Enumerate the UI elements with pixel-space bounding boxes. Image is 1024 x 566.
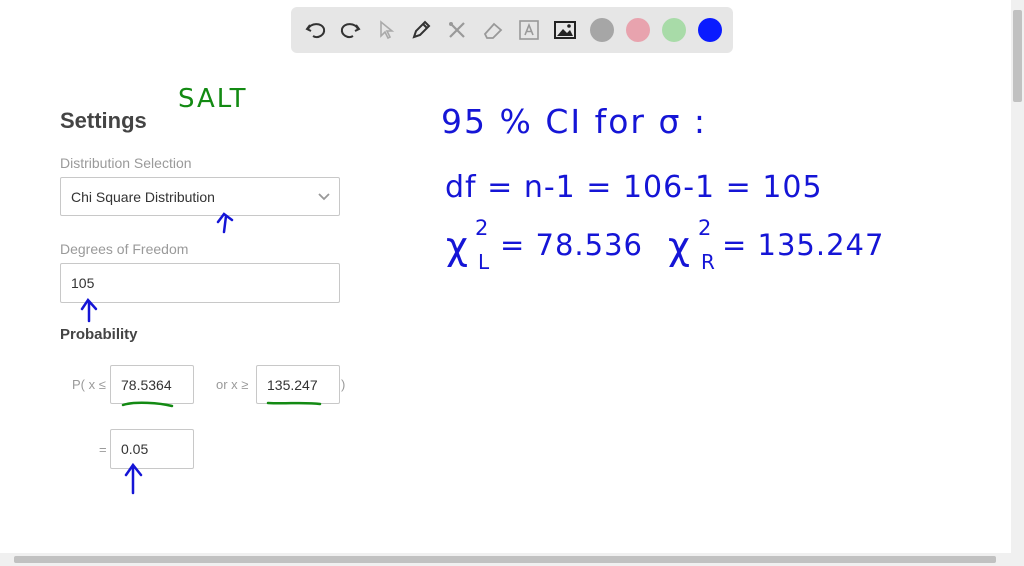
arrow-dof xyxy=(80,297,98,323)
vertical-scroll-thumb[interactable] xyxy=(1013,10,1022,102)
image-icon[interactable] xyxy=(552,17,578,43)
chi-right-sup: 2 xyxy=(698,216,712,240)
ci-annotation: 95 % CI for σ : xyxy=(441,102,707,141)
text-icon[interactable] xyxy=(516,17,542,43)
chi-left-value: = 78.536 xyxy=(500,228,643,262)
left-value: 78.5364 xyxy=(121,376,172,393)
chi-right-sub: R xyxy=(701,250,715,274)
redo-icon[interactable] xyxy=(337,17,363,43)
right-value-input[interactable]: 135.247 xyxy=(256,365,340,404)
arrow-probability xyxy=(124,462,143,495)
right-value: 135.247 xyxy=(267,376,318,393)
distribution-label: Distribution Selection xyxy=(60,155,192,171)
settings-title: Settings xyxy=(60,108,147,133)
left-value-input[interactable]: 78.5364 xyxy=(110,365,194,404)
color-green-swatch[interactable] xyxy=(662,18,686,42)
drawing-toolbar xyxy=(291,7,733,53)
distribution-select[interactable]: Chi Square Distribution xyxy=(60,177,340,216)
color-pink-swatch[interactable] xyxy=(626,18,650,42)
eraser-icon[interactable] xyxy=(480,17,506,43)
arrow-distribution xyxy=(216,212,234,234)
dof-input[interactable]: 105 xyxy=(60,263,340,303)
pointer-icon[interactable] xyxy=(373,17,399,43)
horizontal-scroll-thumb[interactable] xyxy=(14,556,996,563)
color-gray-swatch[interactable] xyxy=(590,18,614,42)
chi-left-sup: 2 xyxy=(475,216,489,240)
probability-value: 0.05 xyxy=(121,441,149,457)
probability-title: Probability xyxy=(60,326,138,343)
salt-annotation: SALT xyxy=(178,84,248,114)
dof-label: Degrees of Freedom xyxy=(60,241,189,257)
undo-icon[interactable] xyxy=(303,17,329,43)
or-label: or x ≥ xyxy=(216,377,249,392)
chi-left-symbol: χ xyxy=(446,224,468,268)
probability-input[interactable]: 0.05 xyxy=(110,429,194,469)
equals-label: = xyxy=(99,442,107,457)
color-blue-swatch[interactable] xyxy=(698,18,722,42)
pen-icon[interactable] xyxy=(408,17,434,43)
chi-right-value: = 135.247 xyxy=(722,228,885,262)
dof-value: 105 xyxy=(71,275,95,291)
tools-icon[interactable] xyxy=(444,17,470,43)
chevron-down-icon xyxy=(318,193,330,201)
chi-left-sub: L xyxy=(478,250,490,274)
p-prefix-label: P( x ≤ xyxy=(72,377,106,392)
df-annotation: df = n-1 = 106-1 = 105 xyxy=(445,170,823,205)
close-paren-label: ) xyxy=(341,377,346,392)
distribution-value: Chi Square Distribution xyxy=(71,188,215,205)
chi-right-symbol: χ xyxy=(668,224,690,268)
